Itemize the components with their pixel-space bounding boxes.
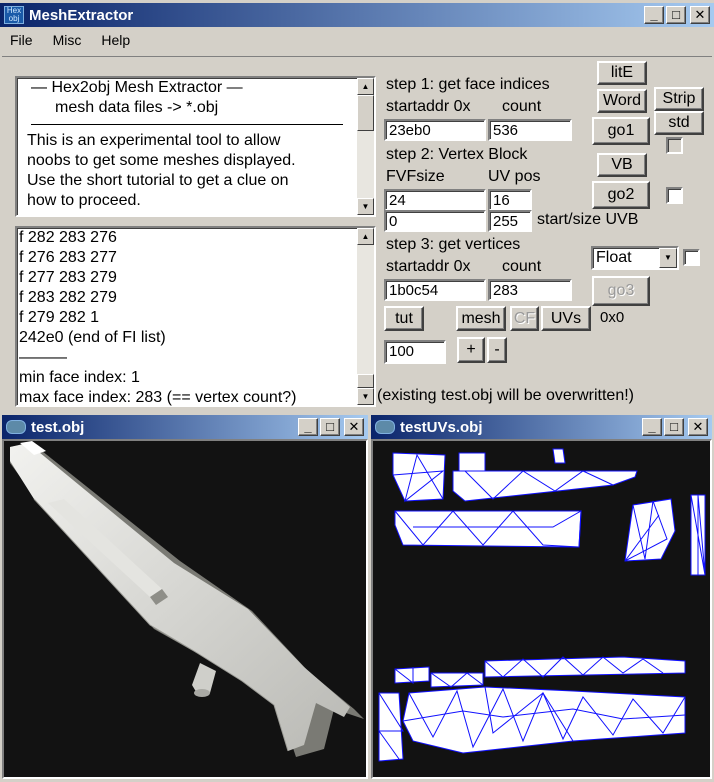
log-line: f 276 283 277: [19, 249, 117, 266]
info-divider: [31, 124, 343, 125]
minimize-button[interactable]: _: [298, 418, 318, 436]
minimize-button[interactable]: _: [642, 418, 662, 436]
go2-button[interactable]: go2: [592, 181, 650, 209]
fvfsize-input[interactable]: 24: [384, 189, 486, 211]
minimize-button[interactable]: _: [644, 6, 664, 24]
app-icon: Hex obj: [4, 6, 24, 24]
scale-input[interactable]: 100: [384, 340, 446, 364]
tut-button[interactable]: tut: [384, 306, 424, 331]
chevron-down-icon[interactable]: ▼: [659, 248, 677, 268]
info-textbox[interactable]: — Hex2obj Mesh Extractor — mesh data fil…: [15, 76, 376, 217]
uv-layout: [378, 448, 706, 762]
log-line: max face index: 283 (== vertex count?): [19, 389, 297, 406]
scroll-down-arrow-icon[interactable]: ▼: [357, 388, 374, 405]
std-button[interactable]: std: [654, 111, 704, 135]
viewer-icon: [6, 420, 26, 434]
step2-title: step 2: Vertex Block: [386, 146, 528, 163]
step3-startaddr-input[interactable]: 1b0c54: [384, 279, 486, 301]
scroll-down-arrow-icon[interactable]: ▼: [357, 198, 374, 215]
close-button[interactable]: ✕: [688, 418, 708, 436]
step3-title: step 3: get vertices: [386, 236, 521, 253]
mesh-render: [10, 441, 364, 757]
maximize-button[interactable]: □: [666, 6, 686, 24]
log-line: 242e0 (end of FI list): [19, 329, 166, 346]
mesh-window-titlebar[interactable]: test.obj _ □ ✕: [2, 415, 368, 439]
plus-button[interactable]: +: [457, 337, 485, 363]
step1-startaddr-input[interactable]: 23eb0: [384, 119, 486, 141]
step1-count-input[interactable]: 536: [488, 119, 572, 141]
close-button[interactable]: ✕: [344, 418, 364, 436]
menu-bar: File Misc Help: [4, 30, 136, 50]
format-select-value: Float: [596, 249, 632, 266]
vb-button[interactable]: VB: [597, 153, 647, 177]
step3-count-input[interactable]: 283: [488, 279, 572, 301]
go3-button[interactable]: go3: [592, 276, 650, 306]
uvs-button[interactable]: UVs: [541, 306, 591, 331]
scrollbar-thumb[interactable]: [357, 95, 374, 131]
log-line: f 282 283 276: [19, 229, 117, 246]
go1-button[interactable]: go1: [592, 117, 650, 145]
step2-fvf-label: FVFsize: [386, 168, 445, 185]
menu-misc[interactable]: Misc: [47, 30, 88, 50]
viewer-icon: [375, 420, 395, 434]
step3-count-label: count: [502, 258, 542, 275]
lite-button[interactable]: litE: [597, 61, 647, 85]
log-textbox[interactable]: f 282 283 276 f 276 283 277 f 277 283 27…: [15, 226, 376, 407]
step1-count-label: count: [502, 98, 542, 115]
uvb-start-input[interactable]: 0: [384, 210, 486, 232]
log-scrollbar[interactable]: ▲ ▼: [357, 228, 374, 405]
menu-help[interactable]: Help: [95, 30, 136, 50]
uv-viewport[interactable]: [371, 439, 712, 779]
log-line: f 279 282 1: [19, 309, 100, 326]
step1-startaddr-label: startaddr 0x: [386, 98, 471, 115]
info-line-5: Use the short tutorial to get a clue on: [27, 172, 289, 189]
step1-title: step 1: get face indices: [386, 76, 550, 94]
uv-size-readout: 0x0: [596, 309, 629, 326]
minus-button[interactable]: -: [487, 337, 507, 363]
uv-window-title: testUVs.obj: [400, 418, 483, 436]
mesh-viewport[interactable]: [2, 439, 368, 779]
menu-divider: [2, 56, 712, 57]
info-line-6: how to proceed.: [27, 192, 141, 209]
step2-uvpos-label: UV pos: [488, 168, 541, 185]
strip-button[interactable]: Strip: [654, 87, 704, 111]
std-checkbox[interactable]: [666, 137, 683, 154]
word-button[interactable]: Word: [597, 89, 647, 113]
format-select[interactable]: Float ▼: [591, 246, 679, 270]
cf-button[interactable]: CF: [510, 306, 539, 331]
uvb-label: start/size UVB: [537, 211, 639, 228]
uvpos-input[interactable]: 16: [488, 189, 532, 211]
info-scrollbar[interactable]: ▲ ▼: [357, 78, 374, 215]
mesh-button[interactable]: mesh: [456, 306, 506, 331]
maximize-button[interactable]: □: [664, 418, 684, 436]
mesh-window-title: test.obj: [31, 418, 85, 436]
info-line-3: This is an experimental tool to allow: [27, 132, 281, 149]
info-line-2: mesh data files -> *.obj: [55, 99, 219, 116]
uv-window-titlebar[interactable]: testUVs.obj _ □ ✕: [371, 415, 712, 439]
go2-checkbox[interactable]: [666, 187, 683, 204]
format-checkbox[interactable]: [683, 249, 700, 266]
main-titlebar[interactable]: Hex obj MeshExtractor _ □ ✕: [0, 3, 714, 27]
info-line-4: noobs to get some meshes displayed.: [27, 152, 296, 169]
info-line-1: — Hex2obj Mesh Extractor —: [31, 79, 243, 96]
log-line: f 283 282 279: [19, 289, 117, 306]
maximize-button[interactable]: □: [320, 418, 340, 436]
log-line: min face index: 1: [19, 369, 140, 386]
window-title: MeshExtractor: [29, 6, 134, 24]
log-line: ———: [19, 349, 67, 366]
scroll-up-arrow-icon[interactable]: ▲: [357, 78, 374, 95]
scroll-up-arrow-icon[interactable]: ▲: [357, 228, 374, 245]
uvb-size-input[interactable]: 255: [488, 210, 532, 232]
overwrite-warning: (existing test.obj will be overwritten!): [377, 387, 634, 404]
log-line: f 277 283 279: [19, 269, 117, 286]
menu-file[interactable]: File: [4, 30, 39, 50]
step3-startaddr-label: startaddr 0x: [386, 258, 471, 275]
close-button[interactable]: ✕: [690, 6, 710, 24]
scrollbar-thumb[interactable]: [357, 374, 374, 388]
